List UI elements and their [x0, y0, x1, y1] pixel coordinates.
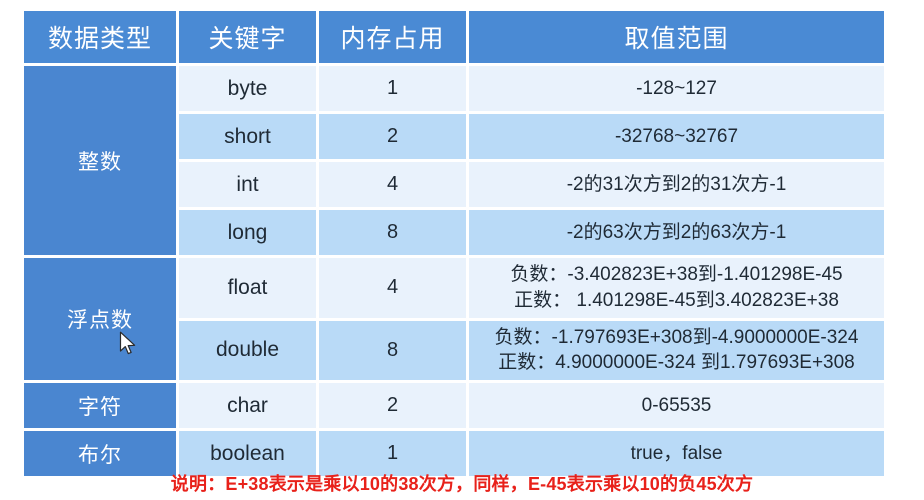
- category-cell-integer: 整数: [24, 66, 176, 255]
- keyword-cell: byte: [179, 66, 316, 111]
- column-header-memory-size: 内存占用: [319, 11, 466, 63]
- memory-cell: 2: [319, 114, 466, 159]
- range-line: -32768~32767: [614, 125, 739, 147]
- table-row: 整数 byte 1 -128~127: [24, 66, 884, 255]
- range-cell: 负数：-1.797693E+308到-4.9000000E-324 正数：4.9…: [469, 320, 884, 381]
- category-cell-floating-point: 浮点数: [24, 258, 176, 381]
- keyword-cell: int: [179, 162, 316, 207]
- java-data-types-table: 数据类型 关键字 内存占用 取值范围 整数 byte 1 -128~127 sh…: [21, 8, 887, 479]
- keyword-cell: float: [179, 258, 316, 318]
- table-row: 浮点数 float 4 负数：-3.402823E+38到-1.401298E-…: [24, 258, 884, 381]
- table-body: 整数 byte 1 -128~127 short 2 -32768~32767 …: [24, 66, 884, 477]
- range-cell: 0-65535: [469, 383, 884, 429]
- slide-canvas: 数据类型 关键字 内存占用 取值范围 整数 byte 1 -128~127 sh…: [0, 0, 924, 500]
- column-header-keyword: 关键字: [179, 11, 316, 63]
- memory-cell: 1: [319, 66, 466, 111]
- table-header: 数据类型 关键字 内存占用 取值范围: [24, 11, 884, 63]
- range-line: 正数： 1.401298E-45到3.402823E+38: [514, 289, 839, 311]
- keyword-cell: short: [179, 114, 316, 159]
- range-cell: -32768~32767: [469, 114, 884, 159]
- memory-cell: 2: [319, 383, 466, 429]
- memory-cell: 4: [319, 258, 466, 318]
- range-line: 正数：4.9000000E-324 到1.797693E+308: [498, 352, 855, 374]
- range-line: true，false: [630, 442, 723, 464]
- footnote-text: 说明：E+38表示是乘以10的38次方，同样，E-45表示乘以10的负45次方: [170, 474, 754, 494]
- memory-cell: 8: [319, 320, 466, 381]
- range-line: -2的63次方到2的63次方-1: [566, 221, 787, 243]
- category-cell-character: 字符: [24, 383, 176, 429]
- range-line: -128~127: [636, 77, 717, 99]
- range-cell: -2的63次方到2的63次方-1: [469, 210, 884, 255]
- keyword-cell: double: [179, 320, 316, 381]
- column-header-value-range: 取值范围: [469, 11, 884, 63]
- table-header-row: 数据类型 关键字 内存占用 取值范围: [24, 11, 884, 63]
- range-cell: -128~127: [469, 66, 884, 111]
- memory-cell: 4: [319, 162, 466, 207]
- keyword-cell: long: [179, 210, 316, 255]
- table-row: 字符 char 2 0-65535: [24, 383, 884, 429]
- range-line: 0-65535: [641, 394, 712, 416]
- range-line: 负数：-1.797693E+308到-4.9000000E-324: [494, 326, 859, 348]
- range-cell: -2的31次方到2的31次方-1: [469, 162, 884, 207]
- memory-cell: 8: [319, 210, 466, 255]
- range-line: -2的31次方到2的31次方-1: [566, 173, 787, 195]
- column-header-data-type: 数据类型: [24, 11, 176, 63]
- range-line: 负数：-3.402823E+38到-1.401298E-45: [510, 264, 843, 285]
- range-cell: 负数：-3.402823E+38到-1.401298E-45 正数： 1.401…: [469, 258, 884, 318]
- keyword-cell: char: [179, 383, 316, 429]
